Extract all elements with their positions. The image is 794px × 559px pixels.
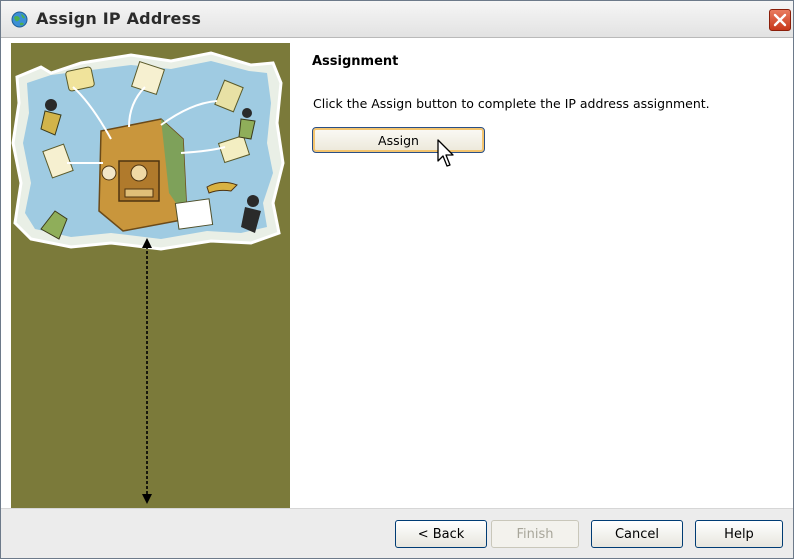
close-icon (773, 13, 787, 27)
instruction-text: Click the Assign button to complete the … (313, 96, 710, 111)
title-bar[interactable]: Assign IP Address (1, 1, 793, 38)
double-headed-arrow-icon (142, 238, 152, 504)
cancel-button[interactable]: Cancel (591, 520, 683, 548)
mouse-pointer-icon (437, 139, 454, 167)
page-heading: Assignment (312, 54, 399, 69)
wizard-footer: < Back Finish Cancel Help (1, 508, 793, 558)
close-button[interactable] (769, 9, 791, 31)
collage-illustration (11, 51, 285, 251)
window-title: Assign IP Address (36, 9, 202, 28)
help-button[interactable]: Help (695, 520, 783, 548)
wizard-window: Assign IP Address Assignment Click the A… (0, 0, 794, 559)
globe-icon (11, 11, 28, 28)
back-button[interactable]: < Back (395, 520, 487, 548)
assign-button[interactable]: Assign (312, 127, 485, 153)
finish-button[interactable]: Finish (491, 520, 579, 548)
illustration-panel (11, 43, 290, 508)
